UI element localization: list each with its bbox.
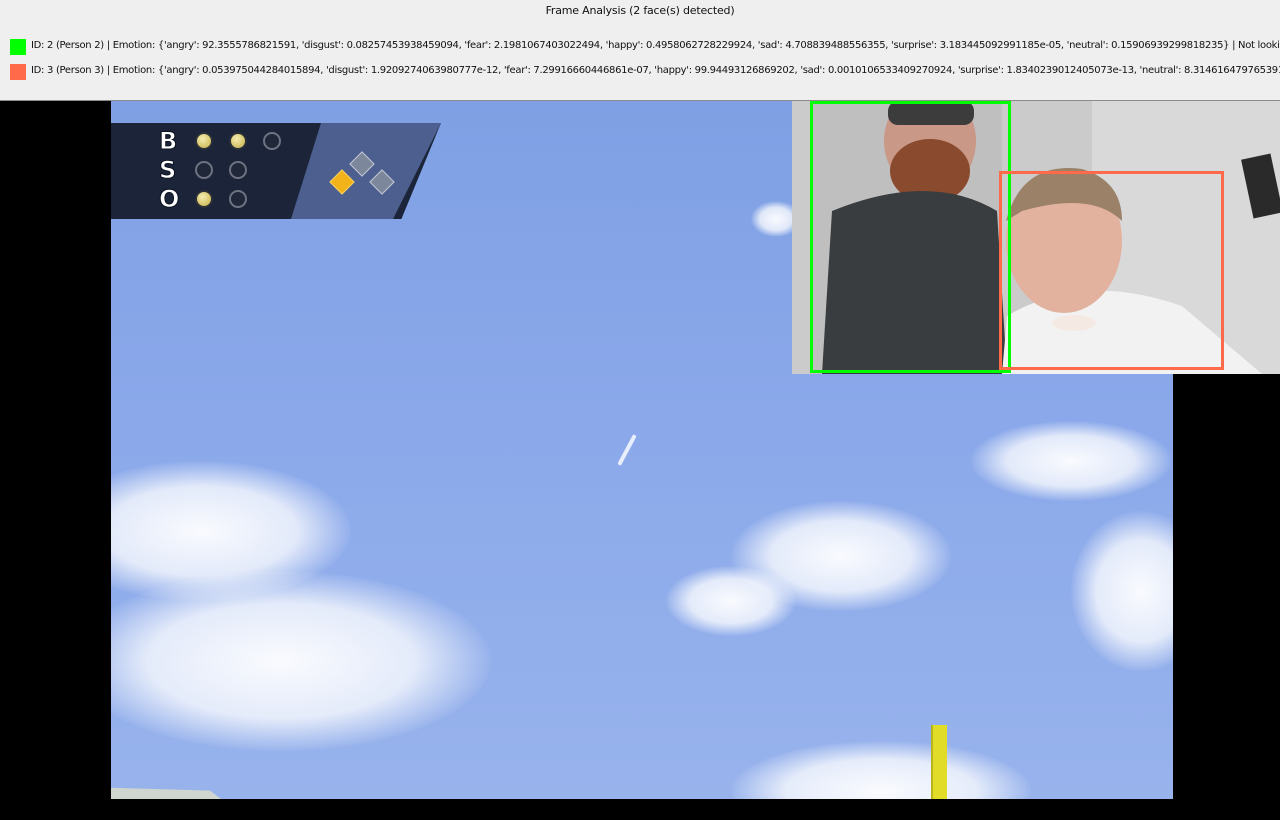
ball-indicator — [229, 132, 247, 150]
outfield-wall-edge — [111, 787, 221, 799]
baseball-streak — [617, 434, 637, 466]
face-info-text: ID: 2 (Person 2) | Emotion: {'angry': 92… — [31, 40, 1280, 51]
foul-pole — [931, 725, 947, 799]
face-bounding-box-person-2 — [810, 101, 1011, 373]
count-scoreboard: B S O — [111, 123, 441, 219]
strike-indicator — [195, 161, 213, 179]
video-frame: B S O — [0, 101, 1280, 820]
third-base-icon — [329, 169, 355, 195]
cloud — [111, 571, 491, 751]
frame-analysis-title: Frame Analysis (2 face(s) detected) — [545, 4, 735, 17]
out-indicator — [229, 190, 247, 208]
cloud — [1071, 511, 1173, 671]
analysis-header: Frame Analysis (2 face(s) detected) ID: … — [0, 0, 1280, 101]
cloud — [666, 566, 796, 636]
out-indicator — [195, 190, 213, 208]
first-base-icon — [369, 169, 395, 195]
face-info-row-person-3: ID: 3 (Person 3) | Emotion: {'angry': 0.… — [0, 63, 1280, 81]
bases-diagram — [321, 151, 401, 197]
webcam-overlay — [792, 101, 1280, 374]
cloud — [971, 421, 1171, 501]
ball-indicator — [263, 132, 281, 150]
face-color-swatch — [10, 64, 26, 80]
ball-indicator — [195, 132, 213, 150]
face-bounding-box-person-3 — [999, 171, 1224, 370]
second-base-icon — [349, 151, 375, 177]
cloud — [731, 741, 1031, 799]
strike-indicator — [229, 161, 247, 179]
outs-label: O — [159, 185, 180, 213]
balls-label: B — [159, 127, 178, 155]
strikes-label: S — [159, 156, 177, 184]
face-info-row-person-2: ID: 2 (Person 2) | Emotion: {'angry': 92… — [0, 38, 1280, 56]
face-info-text: ID: 3 (Person 3) | Emotion: {'angry': 0.… — [31, 65, 1280, 76]
face-color-swatch — [10, 39, 26, 55]
